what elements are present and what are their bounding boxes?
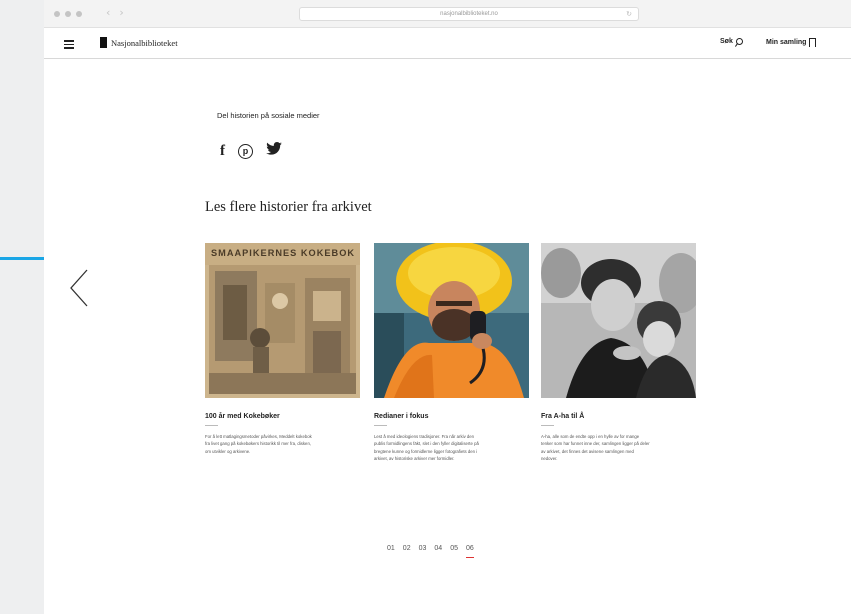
card-title[interactable]: Redianer i fokus — [374, 413, 529, 420]
card-title[interactable]: 100 år med Kokebøker — [205, 413, 360, 420]
share-title: Del historien på sosiale medier — [217, 111, 320, 120]
card-description: A-ha, alle som de endte opp i en hylle a… — [541, 434, 650, 462]
page-link[interactable]: 03 — [419, 545, 427, 552]
browser-toolbar: ‹ › nasjonalbiblioteket.no ↻ — [44, 0, 851, 28]
story-card[interactable]: SMAAPIKERNES KOKEBOK 100 år med Kokebøke… — [205, 243, 360, 455]
band-photo — [541, 243, 696, 398]
close-window-dot[interactable] — [54, 11, 60, 17]
card-divider — [205, 425, 218, 426]
pagination: 01 02 03 04 05 06 — [387, 545, 474, 558]
search-icon — [735, 38, 743, 45]
page-link[interactable]: 01 — [387, 545, 395, 552]
reload-icon[interactable]: ↻ — [626, 8, 632, 20]
back-icon[interactable]: ‹ — [106, 6, 110, 19]
accent-line — [0, 257, 46, 260]
page-link[interactable]: 05 — [450, 545, 458, 552]
search-label: Søk — [720, 38, 733, 45]
story-card[interactable]: Redianer i fokus Lest å med ideologiens … — [374, 243, 529, 463]
bookmark-icon — [809, 38, 817, 47]
forward-icon[interactable]: › — [119, 6, 123, 19]
address-bar[interactable]: nasjonalbiblioteket.no ↻ — [299, 7, 639, 21]
address-bar-url: nasjonalbiblioteket.no — [440, 11, 498, 17]
my-collection-button[interactable]: Min samling — [766, 38, 817, 47]
cookbook-cover-image: SMAAPIKERNES KOKEBOK — [205, 243, 360, 398]
minimize-window-dot[interactable] — [65, 11, 71, 17]
section-title: Les flere historier fra arkivet — [205, 199, 372, 215]
collection-label: Min samling — [766, 39, 807, 46]
story-card[interactable]: Fra A-ha til Å A-ha, alle som de endte o… — [541, 243, 696, 463]
pinterest-icon[interactable]: p — [238, 143, 253, 159]
page-link-active[interactable]: 06 — [465, 545, 474, 558]
site-header: Nasjonalbiblioteket Søk Min samling — [44, 28, 851, 59]
site-logo[interactable]: Nasjonalbiblioteket — [100, 37, 178, 48]
card-title[interactable]: Fra A-ha til Å — [541, 413, 696, 420]
maximize-window-dot[interactable] — [76, 11, 82, 17]
carousel-prev-icon[interactable] — [68, 268, 90, 313]
menu-icon[interactable] — [64, 40, 74, 51]
twitter-icon[interactable] — [266, 142, 282, 160]
page-link[interactable]: 04 — [434, 545, 442, 552]
social-share-links: f p — [220, 142, 282, 160]
card-description: Lest å med ideologiens tradisjoner. Fra … — [374, 434, 479, 462]
cookbook-cover-caption: SMAAPIKERNES KOKEBOK — [211, 248, 354, 258]
logo-text: Nasjonalbiblioteket — [111, 37, 178, 48]
browser-nav: ‹ › — [106, 6, 124, 19]
page-link[interactable]: 02 — [403, 545, 411, 552]
fisherman-photo — [374, 243, 529, 398]
browser-window: ‹ › nasjonalbiblioteket.no ↻ Nasjonalbib… — [44, 0, 851, 614]
facebook-icon[interactable]: f — [220, 143, 225, 159]
card-divider — [374, 425, 387, 426]
search-button[interactable]: Søk — [720, 38, 743, 45]
logo-mark-icon — [100, 37, 107, 48]
card-divider — [541, 425, 554, 426]
window-controls — [54, 11, 82, 17]
card-description: For å lett matlagingsmetoder påvirkes, M… — [205, 434, 312, 454]
